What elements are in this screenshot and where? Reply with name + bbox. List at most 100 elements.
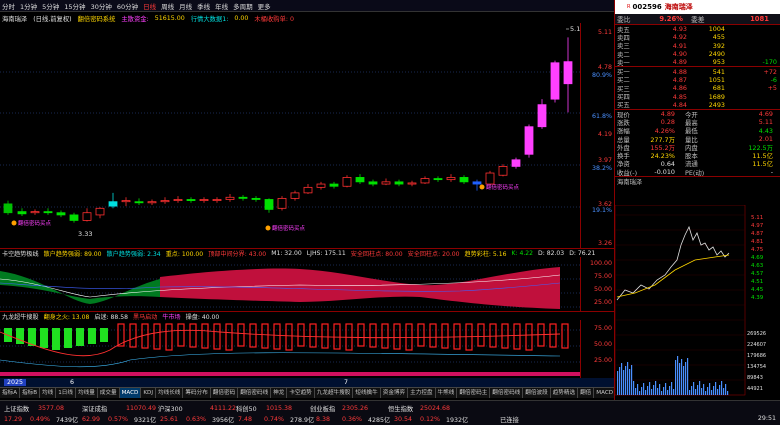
status-index-0[interactable]: 上证指数: [4, 404, 29, 413]
indicator-tab-23[interactable]: 翻倍: [578, 388, 595, 398]
mini-volume-bar: [719, 385, 721, 395]
quote-value: 5.11: [758, 118, 773, 127]
indicator-tab-6[interactable]: MACD: [119, 388, 142, 398]
ind2-line-cyan: [0, 352, 561, 368]
indicator-tab-16[interactable]: 资金博弈: [381, 388, 409, 398]
ind2-red-bar: [381, 323, 389, 349]
period-tab-8[interactable]: 月线: [179, 1, 192, 11]
status-index-4[interactable]: 沪深300: [158, 404, 183, 413]
candle-body: [212, 199, 222, 201]
indicator-tab-3[interactable]: 1日线: [56, 388, 76, 398]
orderbook-row[interactable]: 卖一 4.89 953 -170: [615, 58, 780, 67]
candlestick-chart[interactable]: 5.113.33翻倍密码买点翻倍密码买点翻倍密码买点: [0, 23, 580, 248]
indicator-tab-0[interactable]: 指标A: [0, 388, 21, 398]
stock-name: 海南瑞泽: [664, 3, 693, 11]
ind2-green-bar: [88, 328, 96, 344]
ind2-red-bar: [441, 323, 449, 349]
orderbook-volume: 953: [712, 58, 725, 67]
indicator1-axis: 100.00 75.00 50.00 25.00: [580, 257, 614, 311]
date-year: 2025: [4, 379, 27, 386]
chart-stock-name: 海南瑞泽: [2, 15, 28, 23]
mini-price-axis-label: 4.81: [751, 239, 763, 245]
indicator2-chart[interactable]: [0, 320, 580, 378]
indicator-tab-15[interactable]: 短线擒牛: [353, 388, 381, 398]
price-axis-label: 38.2%: [591, 165, 612, 172]
ind2-red-bar: [309, 323, 317, 348]
indicator-tab-2[interactable]: 均线: [40, 388, 57, 398]
chart-indicator[interactable]: 翻倍密码系统: [78, 14, 116, 23]
status-value-16: 0.12%: [420, 416, 441, 423]
ind2-red-bar: [513, 323, 521, 350]
period-tab-9[interactable]: 季线: [197, 1, 210, 11]
ind2-green-bar: [64, 328, 72, 348]
ind1-e: M1: 32.00: [271, 249, 302, 257]
mini-volume-bar: [661, 391, 663, 395]
mini-volume-bar: [699, 381, 701, 395]
indicator-tab-8[interactable]: 均线长线: [156, 388, 184, 398]
period-tab-11[interactable]: 多周期: [233, 1, 253, 11]
ind2-red-bar: [561, 323, 569, 349]
status-index-2[interactable]: 深证成指: [82, 404, 107, 413]
indicator-tab-22[interactable]: 趋势精选: [551, 388, 579, 398]
period-tab-4[interactable]: 30分钟: [91, 1, 112, 11]
period-tab-3[interactable]: 15分钟: [64, 1, 85, 11]
indicator-tab-13[interactable]: 卡空趋势: [287, 388, 315, 398]
candle-body: [56, 212, 66, 216]
candle-body: [43, 211, 53, 214]
mini-volume-bar: [707, 387, 709, 395]
indicator1-chart[interactable]: [0, 257, 580, 311]
status-value-5: 9321亿: [134, 417, 157, 424]
high-price-annotation: 5.11: [570, 25, 580, 33]
mini-volume-bar: [685, 362, 687, 395]
ind2-red-bar: [477, 323, 485, 347]
candle-body: [355, 177, 365, 183]
period-tab-12[interactable]: 更多: [258, 1, 271, 11]
indicator-tab-24[interactable]: MACD: [594, 388, 617, 398]
indicator-tab-20[interactable]: 翻倍密码线: [490, 388, 524, 398]
period-tab-10[interactable]: 年线: [215, 1, 228, 11]
period-tab-1[interactable]: 1分钟: [20, 1, 37, 11]
candle-body: [95, 207, 105, 216]
mini-volume-bar: [665, 383, 667, 395]
candle-body: [251, 197, 261, 200]
indicator-tab-18[interactable]: 牛熊线: [436, 388, 458, 398]
status-value-1: 0.49%: [30, 416, 51, 423]
indicator-tab-1[interactable]: 指标B: [20, 388, 41, 398]
indicator-tab-14[interactable]: 九龙超牛搜股: [315, 388, 354, 398]
indicator-tab-17[interactable]: 主力控盘: [408, 388, 436, 398]
indicator-tab-11[interactable]: 翻倍密码线: [238, 388, 272, 398]
status-time: 29:51: [757, 415, 776, 422]
date-mark-2: 7: [344, 379, 349, 386]
indicator-tab-12[interactable]: 神龙: [271, 388, 288, 398]
period-tab-2[interactable]: 5分钟: [42, 1, 59, 11]
date-bar[interactable]: 2025 6 7: [0, 378, 614, 387]
mini-volume-bar: [693, 382, 695, 395]
quote-value: 0.28: [660, 118, 675, 127]
status-index-8[interactable]: 创业板指: [310, 404, 335, 413]
indicator1-header: 卡空趋势极线 散户趋势强弱: 89.00 散户趋势强弱: 2.34 重点: 10…: [0, 248, 614, 258]
indicator-tab-9[interactable]: 筹码分布: [183, 388, 211, 398]
mini-volume-bar: [713, 386, 715, 395]
indicator-tab-21[interactable]: 翻倍波段: [523, 388, 551, 398]
period-tab-0[interactable]: 分时: [2, 1, 15, 11]
mini-price-axis-label: 4.63: [751, 263, 764, 269]
period-tab-5[interactable]: 60分钟: [117, 1, 138, 11]
mini-price-axis-label: 4.69: [751, 255, 764, 261]
ind2-green-bar: [76, 328, 84, 346]
indicator-tab-4[interactable]: 均线量: [76, 388, 98, 398]
mini-volume-bar: [631, 365, 633, 395]
period-tab-7[interactable]: 周线: [161, 1, 174, 11]
ind2-red-bar: [261, 323, 269, 349]
indicator-tab-10[interactable]: 翻倍密码: [211, 388, 239, 398]
status-index-10[interactable]: 恒生指数: [388, 404, 413, 413]
intraday-mini-chart[interactable]: 5.11 4.97 4.87 4.81 4.75 4.69 4.63 4.57 4.51 4.45…: [615, 205, 780, 400]
status-index-6[interactable]: 科创50: [236, 404, 257, 413]
ind1-k: D: 82.03: [538, 249, 565, 257]
indicator-tab-5[interactable]: 成交量: [98, 388, 120, 398]
mini-volume-bar: [663, 387, 665, 395]
indicator-tab-7[interactable]: KDJ: [141, 388, 157, 398]
indicator-tab-19[interactable]: 翻倍密码主: [457, 388, 491, 398]
period-tab-6[interactable]: 日线: [143, 1, 156, 11]
orderbook-row[interactable]: 买五 4.84 2493: [615, 101, 780, 110]
mini-volume-bar: [637, 384, 639, 395]
